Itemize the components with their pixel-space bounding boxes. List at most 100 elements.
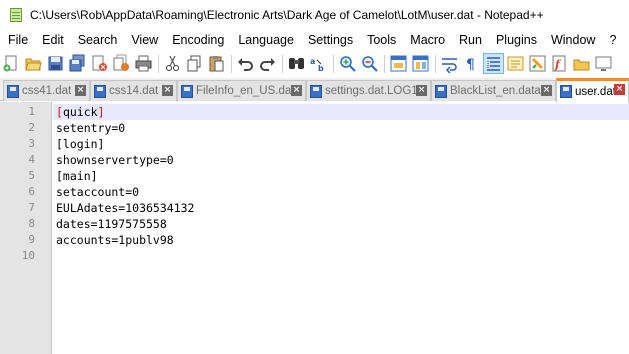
code-line[interactable]: dates=1197575558 bbox=[56, 216, 167, 232]
line-number-gutter: 1 2 3 4 5 6 7 8 9 10 bbox=[0, 102, 52, 354]
open-file-icon[interactable] bbox=[24, 54, 43, 73]
menu-plugins[interactable]: Plugins bbox=[489, 30, 544, 51]
tab-label: user.dat bbox=[575, 85, 616, 98]
tab-bar: css41.dat × css14.dat × FileInfo_en_US.d… bbox=[0, 78, 629, 102]
zoom-in-icon[interactable] bbox=[338, 54, 357, 73]
undo-icon[interactable] bbox=[236, 54, 255, 73]
menu-edit[interactable]: Edit bbox=[35, 30, 71, 51]
save-state-icon bbox=[435, 84, 447, 98]
code-line[interactable]: [quick] bbox=[56, 104, 105, 120]
close-icon[interactable]: × bbox=[614, 84, 625, 95]
code-line[interactable]: setentry=0 bbox=[56, 120, 125, 136]
doc-map-icon[interactable] bbox=[506, 54, 525, 73]
menu-view[interactable]: View bbox=[124, 30, 165, 51]
line-number: 9 bbox=[28, 233, 35, 246]
toolbar-separator bbox=[282, 54, 283, 73]
redo-icon[interactable] bbox=[258, 54, 277, 73]
svg-text:¶: ¶ bbox=[466, 57, 475, 73]
sync-vertical-icon[interactable] bbox=[389, 54, 408, 73]
save-all-icon[interactable] bbox=[68, 54, 87, 73]
tab-label: BlackList_en.data bbox=[450, 85, 541, 97]
sync-horizontal-icon[interactable] bbox=[411, 54, 430, 73]
monitor-eye-icon[interactable] bbox=[594, 54, 613, 73]
code-line[interactable]: [main] bbox=[56, 168, 98, 184]
code-line[interactable]: shownservertype=0 bbox=[56, 152, 174, 168]
code-line[interactable]: accounts=1publv98 bbox=[56, 232, 174, 248]
close-icon[interactable]: × bbox=[416, 85, 427, 96]
save-state-icon bbox=[7, 84, 19, 98]
tab-fileinfo-dat[interactable]: FileInfo_en_US.dat × bbox=[177, 80, 306, 101]
toolbar-separator bbox=[384, 54, 385, 73]
indent-guide-icon[interactable] bbox=[483, 53, 504, 74]
save-state-icon bbox=[94, 84, 106, 98]
monitor-icon[interactable] bbox=[572, 54, 591, 73]
save-state-icon bbox=[310, 84, 322, 98]
title-bar: C:\Users\Rob\AppData\Roaming\Electronic … bbox=[0, 0, 629, 30]
close-icon[interactable] bbox=[90, 54, 109, 73]
new-file-icon[interactable] bbox=[2, 54, 21, 73]
line-number: 5 bbox=[28, 169, 35, 182]
line-number: 3 bbox=[28, 137, 35, 150]
menu-help[interactable]: ? bbox=[602, 30, 623, 51]
tab-css14-dat[interactable]: css14.dat × bbox=[90, 80, 177, 101]
menu-macro[interactable]: Macro bbox=[403, 30, 452, 51]
close-icon[interactable]: × bbox=[75, 85, 86, 96]
tab-label: settings.dat.LOG1 bbox=[325, 85, 418, 97]
print-icon[interactable] bbox=[134, 54, 153, 73]
line-number: 1 bbox=[28, 105, 35, 118]
window-title: C:\Users\Rob\AppData\Roaming\Electronic … bbox=[30, 8, 544, 22]
menu-search[interactable]: Search bbox=[71, 30, 125, 51]
line-number: 8 bbox=[28, 217, 35, 230]
find-icon[interactable] bbox=[287, 54, 306, 73]
cut-icon[interactable] bbox=[163, 54, 182, 73]
paste-icon[interactable] bbox=[207, 54, 226, 73]
close-icon[interactable]: × bbox=[541, 85, 552, 96]
tab-label: FileInfo_en_US.dat bbox=[196, 85, 295, 97]
tab-blacklist-data[interactable]: BlackList_en.data × bbox=[431, 80, 556, 101]
toolbar-separator bbox=[158, 54, 159, 73]
menu-encoding[interactable]: Encoding bbox=[165, 30, 231, 51]
tab-settings-log[interactable]: settings.dat.LOG1 × bbox=[306, 80, 431, 101]
word-wrap-icon[interactable] bbox=[440, 54, 459, 74]
show-all-chars-icon[interactable]: ¶ bbox=[462, 54, 481, 73]
folder-workspace-icon[interactable]: f bbox=[550, 54, 569, 73]
line-number: 2 bbox=[28, 121, 35, 134]
svg-text:a: a bbox=[310, 57, 315, 66]
toolbar-separator bbox=[231, 54, 232, 73]
menu-run[interactable]: Run bbox=[452, 30, 489, 51]
toolbar-separator bbox=[333, 54, 334, 73]
code-line[interactable]: setaccount=0 bbox=[56, 184, 139, 200]
line-number: 7 bbox=[28, 201, 35, 214]
code-text: quick bbox=[62, 105, 98, 119]
menu-tools[interactable]: Tools bbox=[360, 30, 403, 51]
close-icon[interactable]: × bbox=[162, 85, 173, 96]
tab-label: css14.dat bbox=[109, 85, 159, 97]
tab-css41-dat[interactable]: css41.dat × bbox=[3, 80, 90, 101]
close-icon[interactable]: × bbox=[291, 85, 302, 96]
menu-bar: File Edit Search View Encoding Language … bbox=[0, 30, 629, 51]
save-state-icon bbox=[181, 84, 193, 98]
svg-text:b: b bbox=[318, 64, 324, 73]
line-number: 4 bbox=[28, 153, 35, 166]
line-number: 6 bbox=[28, 185, 35, 198]
zoom-out-icon[interactable] bbox=[360, 54, 379, 73]
menu-language[interactable]: Language bbox=[231, 30, 301, 51]
tab-label: css41.dat bbox=[22, 85, 72, 97]
toolbar: ab ¶ f bbox=[0, 51, 629, 76]
menu-window[interactable]: Window bbox=[544, 30, 602, 51]
current-line-highlight bbox=[53, 104, 629, 120]
toolbar-separator bbox=[435, 54, 436, 73]
close-all-icon[interactable] bbox=[112, 54, 131, 73]
save-state-icon bbox=[560, 85, 572, 98]
menu-file[interactable]: File bbox=[0, 30, 35, 51]
code-line[interactable]: [login] bbox=[56, 136, 104, 152]
save-icon[interactable] bbox=[46, 54, 65, 73]
editor[interactable]: 1 2 3 4 5 6 7 8 9 10 [quick] setentry=0 … bbox=[0, 102, 629, 354]
line-number: 10 bbox=[21, 249, 35, 262]
menu-settings[interactable]: Settings bbox=[301, 30, 360, 51]
replace-icon[interactable]: ab bbox=[309, 54, 328, 73]
tab-user-dat[interactable]: user.dat × bbox=[556, 78, 629, 102]
code-line[interactable]: EULAdates=1036534132 bbox=[56, 200, 194, 216]
function-list-icon[interactable] bbox=[528, 54, 547, 73]
copy-icon[interactable] bbox=[185, 54, 204, 73]
